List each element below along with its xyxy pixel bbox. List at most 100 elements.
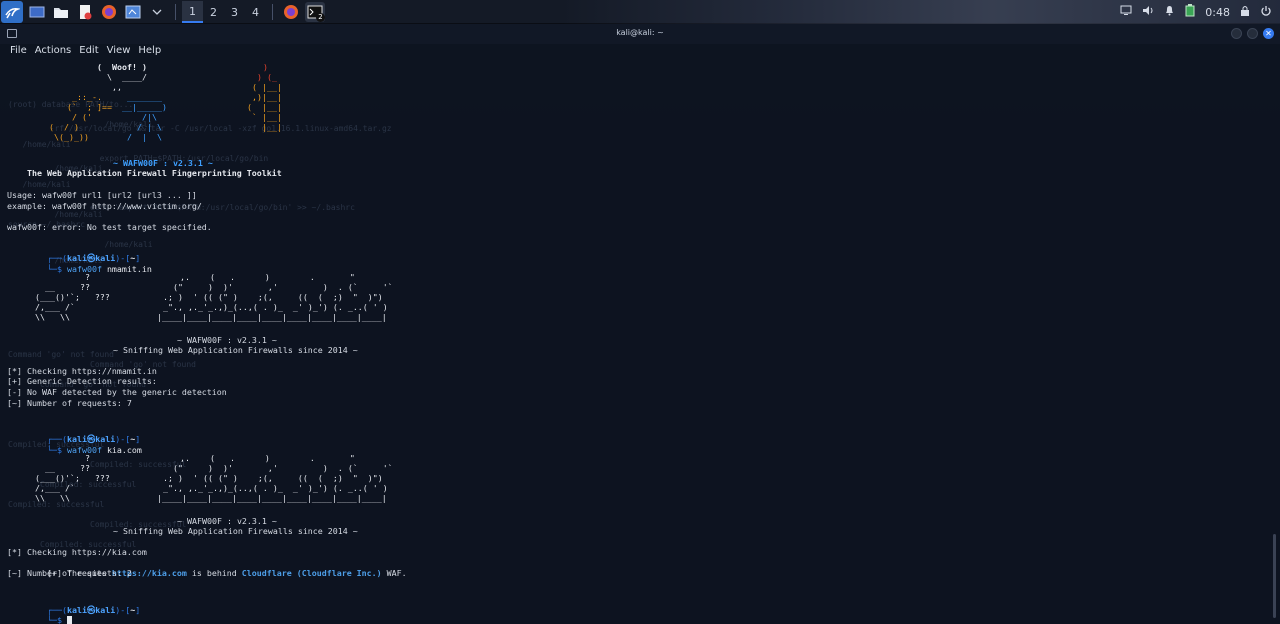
woof-dog: ( / ) (49, 122, 79, 132)
maximize-button[interactable] (1247, 28, 1258, 39)
workspace-4[interactable]: 4 (245, 1, 266, 23)
terminal-task-icon[interactable]: 2 (305, 2, 325, 22)
command-arg: kia.com (106, 445, 142, 455)
workspace-3[interactable]: 3 (224, 1, 245, 23)
output-line: [~] Number of requests: 7 (7, 398, 132, 408)
window-titlebar[interactable]: kali@kali: ~ ✕ (0, 24, 1280, 44)
minimize-button[interactable] (1231, 28, 1242, 39)
notification-bell-icon[interactable] (1164, 5, 1175, 19)
command-line: └─$ wafw00f nmamit.in (7, 254, 152, 274)
ascii-art-left: \\ \\ (25, 312, 70, 322)
kali-menu-icon[interactable] (1, 1, 23, 23)
woof-fire: |__| (247, 122, 282, 132)
woof-dog: / (' (67, 112, 92, 122)
output-line: [-] No WAF detected by the generic detec… (7, 387, 227, 397)
menu-file[interactable]: File (6, 44, 31, 60)
woof-dog: \ ____/ (97, 72, 147, 82)
top-panel: 1 2 3 4 2 0:48 (0, 0, 1280, 24)
woof-fire: ) (263, 62, 268, 72)
menu-edit[interactable]: Edit (75, 44, 102, 60)
prompt-frame: )-[ (115, 605, 131, 615)
prompt-frame: ] (135, 605, 141, 615)
close-button[interactable]: ✕ (1263, 28, 1274, 39)
woof-gun: / | \ (122, 132, 162, 142)
file-manager-icon[interactable] (51, 2, 71, 22)
ascii-art-left: \\ \\ (25, 493, 70, 503)
ascii-art-left: __ ?? (25, 463, 90, 473)
wafw00f-subtitle: ~ Sniffing Web Application Firewalls sin… (113, 345, 358, 355)
waf-result-line: [+] The site https://kia.com is behind C… (7, 558, 407, 578)
result-middle: is behind (186, 568, 242, 578)
banner-tagline: The Web Application Firewall Fingerprint… (27, 168, 282, 178)
volume-icon[interactable] (1142, 5, 1154, 19)
menu-actions[interactable]: Actions (31, 44, 76, 60)
ascii-art-left: (___()'`; ??? (25, 473, 110, 483)
firefox-icon[interactable] (99, 2, 119, 22)
woof-dog: \(_)_)) (49, 132, 89, 142)
command-line: └─$ (7, 605, 72, 624)
firefox-task-icon[interactable] (281, 2, 301, 22)
ascii-art-right: .; ) ' (( (" ) ;(, (( ( ;) " )") (163, 473, 383, 483)
ascii-art-right: _"., ,._'_.,)_(..,( . )_ _' )_') (. _..(… (163, 483, 388, 493)
ascii-art-right: _"., ,._'_.,)_(..,( . )_ _' )_') (. _..(… (163, 302, 388, 312)
terminal-window: kali@kali: ~ ✕ File Actions Edit View He… (0, 24, 1280, 624)
menu-view[interactable]: View (103, 44, 135, 60)
woof-fire: ( |__| (247, 102, 282, 112)
woof-fire: ( |__| (252, 82, 282, 92)
ascii-art-left: /,___ /` (25, 302, 75, 312)
output-line: [*] Checking https://kia.com (7, 547, 147, 557)
woof-fire: ` |__| (247, 112, 282, 122)
settings-app-icon[interactable] (123, 2, 143, 22)
power-icon[interactable] (1260, 5, 1272, 20)
woof-dog: _::_-. (67, 92, 102, 102)
output-line: [*] Checking https://nmamit.in (7, 366, 157, 376)
woof-bubble: ( Woof! ) (97, 62, 147, 72)
prompt-line: ┌──(kali㉿kali)-[~] (7, 424, 140, 444)
ascii-art-left: ? (25, 272, 90, 282)
result-waf-name: Cloudflare (Cloudflare Inc.) (241, 568, 382, 578)
woof-gun: / | \ (127, 122, 162, 132)
error-line: wafw00f: error: No test target specified… (7, 222, 212, 232)
menu-bar: File Actions Edit View Help (0, 44, 165, 60)
ascii-art-right: (" ) )' ,' ) . (` '` (173, 463, 393, 473)
woof-gun: _______ (117, 92, 162, 102)
window-title: kali@kali: ~ (616, 28, 664, 37)
command-line: └─$ wafw00f kia.com (7, 435, 142, 455)
output-line: [+] Generic Detection results: (7, 376, 157, 386)
ascii-art-right: ,. ( . ) . " (175, 272, 355, 282)
text-editor-icon[interactable] (75, 2, 95, 22)
clock[interactable]: 0:48 (1205, 6, 1230, 19)
wafw00f-subtitle: ~ Sniffing Web Application Firewalls sin… (113, 526, 358, 536)
display-icon[interactable] (1120, 5, 1132, 19)
desktop: { "panel": { "workspaces": ["1", "2", "3… (0, 0, 1280, 624)
ascii-art-left: ? (25, 453, 90, 463)
ascii-art-left: (___()'`; ??? (25, 292, 110, 302)
workspace-2[interactable]: 2 (203, 1, 224, 23)
ascii-art-right: |____|____|____|____|____|____|____|____… (157, 493, 387, 503)
scrollbar[interactable] (1273, 534, 1276, 618)
banner-version: ~ WAFW00F : v2.3.1 ~ (113, 158, 213, 168)
wafw00f-version: ~ WAFW00F : v2.3.1 ~ (177, 516, 277, 526)
ascii-art-left: __ ?? (25, 282, 90, 292)
menu-help[interactable]: Help (134, 44, 165, 60)
chevron-down-icon[interactable] (147, 2, 167, 22)
woof-fire: ) (_ (257, 72, 277, 82)
example-line: example: wafw00f http://www.victim.org/ (7, 201, 202, 211)
prompt-line: ┌──(kali㉿kali)-[~] (7, 595, 140, 615)
lock-icon[interactable] (1240, 5, 1250, 20)
output-line: [~] Number of requests: 2 (7, 568, 132, 578)
ascii-art-right: (" ) )' ,' ) . (` '` (173, 282, 393, 292)
battery-icon[interactable] (1185, 4, 1195, 20)
terminal-output[interactable]: ( Woof! ) \ ____/ ,, _::_-. (` ; ]== / (… (7, 60, 1267, 624)
prompt-at: ㉿ (86, 605, 96, 615)
woof-fire: ,)|__| (252, 92, 282, 102)
workspace-1[interactable]: 1 (182, 1, 203, 23)
text-cursor (66, 616, 72, 624)
show-desktop-icon[interactable] (27, 2, 47, 22)
command-arg: nmamit.in (106, 264, 152, 274)
woof-gun: /|\ (127, 112, 157, 122)
woof-dog: (` ; ]== (67, 102, 112, 112)
panel-separator (272, 4, 273, 20)
ascii-art-right: .; ) ' (( (" ) ;(, (( ( ;) " )") (163, 292, 383, 302)
prompt-line: ┌──(kali㉿kali)-[~] (7, 243, 140, 263)
